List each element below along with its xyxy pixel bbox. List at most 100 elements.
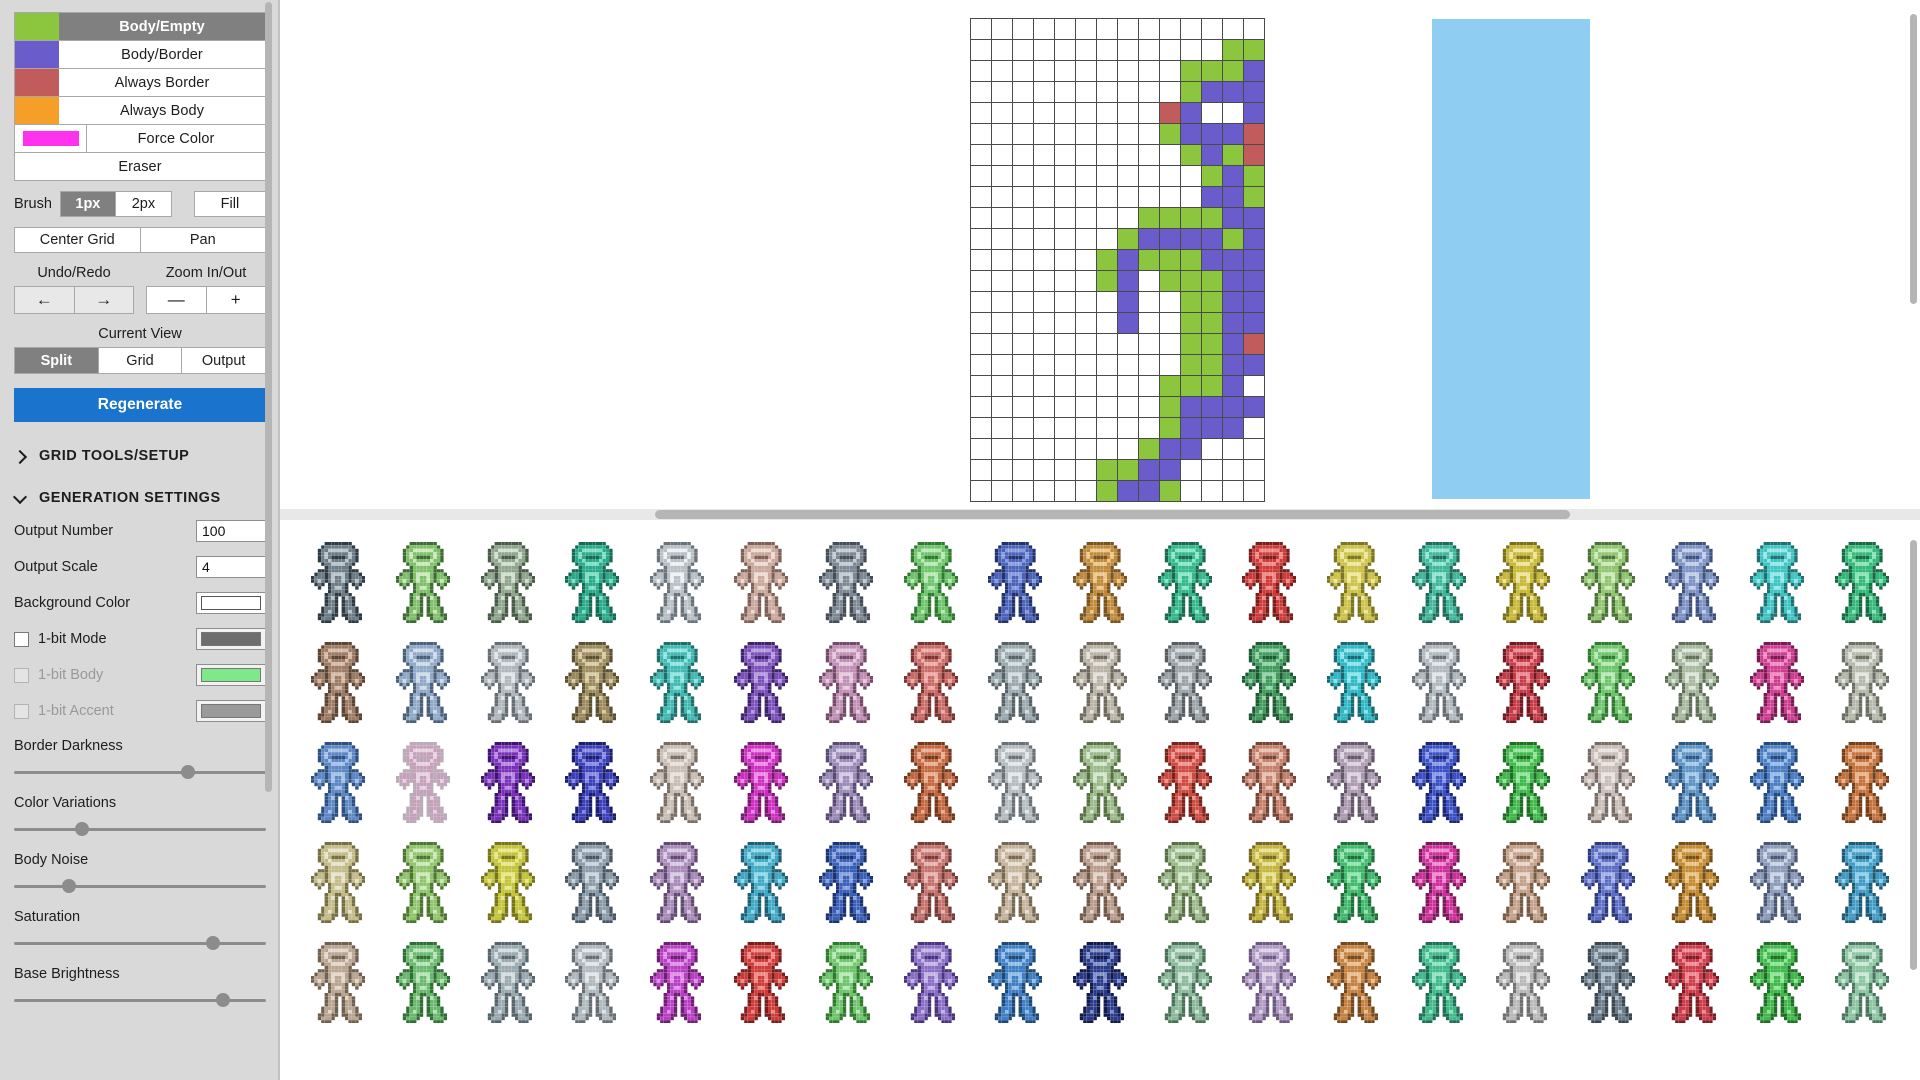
pixel-cell[interactable]: [970, 249, 992, 271]
pixel-cell[interactable]: [1201, 312, 1223, 334]
pixel-cell[interactable]: [1012, 354, 1034, 376]
pixel-cell[interactable]: [1201, 123, 1223, 145]
pixel-cell[interactable]: [1033, 291, 1055, 313]
pixel-cell[interactable]: [1012, 144, 1034, 166]
pixel-cell[interactable]: [1159, 312, 1181, 334]
pixel-cell[interactable]: [991, 228, 1013, 250]
pixel-cell[interactable]: [1243, 249, 1265, 271]
sprite-cell[interactable]: [973, 932, 1058, 1032]
pixel-cell[interactable]: [1075, 438, 1097, 460]
slider-control[interactable]: [14, 993, 266, 1007]
sprite-cell[interactable]: [719, 832, 804, 932]
pixel-cell[interactable]: [991, 438, 1013, 460]
sprite-cell[interactable]: [719, 532, 804, 632]
pixel-cell[interactable]: [970, 123, 992, 145]
pixel-cell[interactable]: [1033, 417, 1055, 439]
pixel-cell[interactable]: [1117, 480, 1139, 502]
sprite-cell[interactable]: [550, 832, 635, 932]
palette-row-body-border[interactable]: Body/Border: [15, 41, 265, 69]
pixel-cell[interactable]: [1117, 354, 1139, 376]
pixel-cell[interactable]: [1033, 228, 1055, 250]
pixel-cell[interactable]: [1033, 249, 1055, 271]
pixel-cell[interactable]: [1033, 81, 1055, 103]
pixel-cell[interactable]: [1012, 417, 1034, 439]
pixel-cell[interactable]: [1012, 102, 1034, 124]
pixel-cell[interactable]: [1054, 417, 1076, 439]
pixel-cell[interactable]: [991, 81, 1013, 103]
pixel-cell[interactable]: [1243, 39, 1265, 61]
pixel-cell[interactable]: [1138, 270, 1160, 292]
pixel-cell[interactable]: [1075, 228, 1097, 250]
palette-row-always-border[interactable]: Always Border: [15, 69, 265, 97]
pixel-cell[interactable]: [1222, 123, 1244, 145]
pixel-cell[interactable]: [970, 270, 992, 292]
pixel-cell[interactable]: [1096, 459, 1118, 481]
pixel-cell[interactable]: [1138, 396, 1160, 418]
pixel-cell[interactable]: [1096, 186, 1118, 208]
pixel-cell[interactable]: [1033, 18, 1055, 40]
pixel-cell[interactable]: [1201, 354, 1223, 376]
sprite-cell[interactable]: [1227, 832, 1312, 932]
pixel-cell[interactable]: [1075, 333, 1097, 355]
pixel-cell[interactable]: [1201, 417, 1223, 439]
pixel-cell[interactable]: [1138, 60, 1160, 82]
checkbox-icon[interactable]: [14, 667, 29, 683]
undo-button[interactable]: ←: [14, 286, 75, 314]
pixel-cell[interactable]: [1054, 438, 1076, 460]
pixel-cell[interactable]: [1201, 102, 1223, 124]
background-color-swatch[interactable]: [196, 592, 266, 614]
pixel-cell[interactable]: [1033, 60, 1055, 82]
pixel-cell[interactable]: [1201, 165, 1223, 187]
pixel-cell[interactable]: [1096, 249, 1118, 271]
pixel-cell[interactable]: [1054, 39, 1076, 61]
output-scale-input[interactable]: [196, 556, 266, 578]
pixel-cell[interactable]: [1117, 186, 1139, 208]
pixel-cell[interactable]: [1117, 249, 1139, 271]
pixel-cell[interactable]: [1075, 123, 1097, 145]
sprite-cell[interactable]: [550, 732, 635, 832]
pixel-cell[interactable]: [1180, 18, 1202, 40]
pixel-cell[interactable]: [1012, 312, 1034, 334]
sprite-cell[interactable]: [1058, 832, 1143, 932]
pixel-cell[interactable]: [1138, 333, 1160, 355]
one-bit-accent-color[interactable]: [196, 700, 266, 722]
pixel-cell[interactable]: [1096, 60, 1118, 82]
sprite-cell[interactable]: [550, 632, 635, 732]
page-scrollbar-thumb-bottom[interactable]: [1910, 540, 1917, 970]
pixel-cell[interactable]: [1054, 312, 1076, 334]
pixel-cell[interactable]: [1201, 270, 1223, 292]
sprite-cell[interactable]: [1481, 632, 1566, 732]
pixel-cell[interactable]: [1117, 18, 1139, 40]
slider-thumb[interactable]: [206, 936, 221, 950]
pixel-cell[interactable]: [1033, 102, 1055, 124]
sprite-cell[interactable]: [804, 732, 889, 832]
pixel-cell[interactable]: [1201, 459, 1223, 481]
pixel-cell[interactable]: [991, 291, 1013, 313]
pixel-cell[interactable]: [1222, 396, 1244, 418]
pixel-cell[interactable]: [1054, 270, 1076, 292]
pixel-cell[interactable]: [1138, 312, 1160, 334]
sprite-cell[interactable]: [973, 532, 1058, 632]
pixel-cell[interactable]: [1159, 18, 1181, 40]
pixel-cell[interactable]: [1201, 228, 1223, 250]
pixel-cell[interactable]: [1075, 165, 1097, 187]
pixel-cell[interactable]: [1117, 207, 1139, 229]
slider-thumb[interactable]: [62, 879, 77, 893]
sprite-cell[interactable]: [804, 932, 889, 1032]
pixel-cell[interactable]: [1033, 459, 1055, 481]
sprite-cell[interactable]: [1142, 832, 1227, 932]
sprite-cell[interactable]: [1396, 932, 1481, 1032]
pixel-cell[interactable]: [1012, 480, 1034, 502]
pixel-cell[interactable]: [1075, 144, 1097, 166]
pixel-cell[interactable]: [1054, 228, 1076, 250]
pixel-cell[interactable]: [1159, 165, 1181, 187]
pixel-cell[interactable]: [1159, 186, 1181, 208]
pixel-cell[interactable]: [1159, 291, 1181, 313]
sprite-cell[interactable]: [1142, 732, 1227, 832]
brush-2px-button[interactable]: 2px: [115, 191, 172, 217]
pixel-cell[interactable]: [1243, 333, 1265, 355]
pixel-grid[interactable]: [970, 18, 1265, 502]
pixel-cell[interactable]: [1138, 417, 1160, 439]
sprite-cell[interactable]: [635, 532, 720, 632]
pixel-cell[interactable]: [1180, 354, 1202, 376]
